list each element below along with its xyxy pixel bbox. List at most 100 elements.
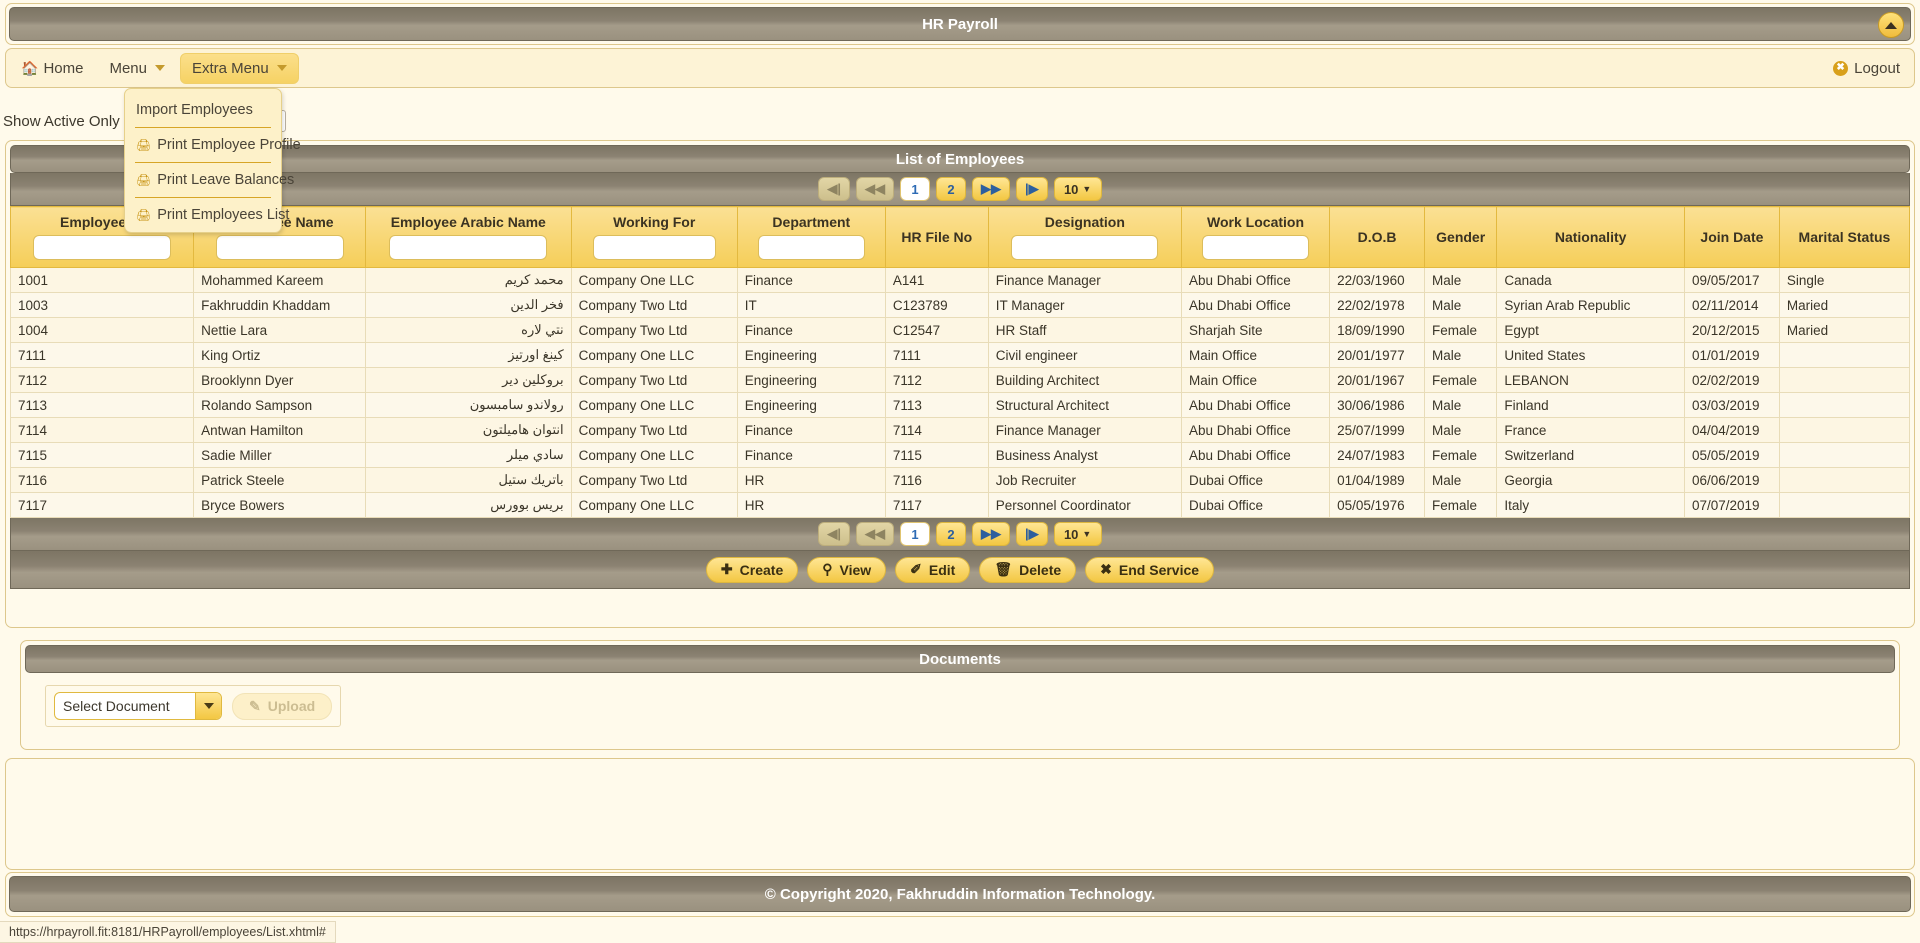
- column-header-label: Marital Status: [1798, 229, 1891, 245]
- delete-button[interactable]: 🗑 Delete: [979, 556, 1077, 583]
- pager-prev-button[interactable]: ◀◀: [856, 177, 894, 201]
- upload-button[interactable]: ✎ Upload: [232, 692, 333, 720]
- table-cell: 30/06/1986: [1329, 392, 1425, 418]
- chevron-up-icon[interactable]: [1878, 12, 1904, 38]
- pager-page-1[interactable]: 1: [900, 522, 930, 546]
- chevron-down-icon: [154, 65, 165, 71]
- column-header-hr-file-no[interactable]: HR File No: [884, 206, 989, 268]
- table-row[interactable]: 7114 Antwan Hamilton انتوان هاميلتون Compan…: [9, 417, 1911, 443]
- table-cell: Fakhruddin Khaddam: [193, 292, 366, 318]
- table-cell: 7117: [9, 492, 195, 518]
- table-cell: 05/05/2019: [1683, 442, 1780, 468]
- table-cell: Company One LLC: [570, 442, 738, 468]
- plus-icon: ✚: [720, 561, 733, 577]
- create-button[interactable]: ✚ Create: [705, 556, 799, 583]
- menu-item-extra-menu[interactable]: Extra Menu: [179, 52, 299, 84]
- pager-page-1[interactable]: 1: [900, 177, 930, 201]
- table-cell: Egypt: [1496, 317, 1685, 343]
- table-cell: Company Two Ltd: [570, 417, 738, 443]
- table-cell: انتوان هاميلتون: [364, 417, 572, 443]
- table-cell: 20/01/1977: [1329, 342, 1425, 368]
- table-cell: 25/07/1999: [1329, 417, 1425, 443]
- menu-item-extra-menu-label: Extra Menu: [191, 59, 269, 77]
- pager-next-button[interactable]: ▶▶: [972, 177, 1010, 201]
- dropdown-item-label: Print Leave Balances: [157, 172, 295, 188]
- column-header-employee-arabic-name[interactable]: Employee Arabic Name: [364, 206, 572, 268]
- menu-item-home-label: Home: [43, 59, 84, 77]
- column-filter-input[interactable]: [1202, 235, 1310, 260]
- pager-page-2[interactable]: 2: [936, 177, 966, 201]
- dropdown-item-print-employees-list[interactable]: 🖨 Print Employees List: [125, 198, 289, 232]
- column-filter-input[interactable]: [1011, 235, 1159, 260]
- table-cell: 7113: [884, 392, 989, 418]
- logout-button[interactable]: ✖ Logout: [1833, 60, 1900, 77]
- table-row[interactable]: 1001 Mohammed Kareem محمد كريم Company One …: [9, 267, 1911, 293]
- empty-content-panel: [5, 758, 1915, 870]
- pager-last-button[interactable]: |▶: [1016, 522, 1048, 546]
- edit-button[interactable]: ✐ Edit: [895, 556, 971, 583]
- column-header-d-o-b[interactable]: D.O.B: [1329, 206, 1425, 268]
- table-cell: [1778, 342, 1911, 368]
- table-row[interactable]: 7117 Bryce Bowers بريس بوورس Company One LL…: [9, 492, 1911, 518]
- menu-item-menu[interactable]: Menu: [98, 54, 176, 83]
- column-header-nationality[interactable]: Nationality: [1496, 206, 1685, 268]
- table-cell: 7113: [9, 392, 195, 418]
- dropdown-item-print-employee-profile[interactable]: 🖨 Print Employee Profile: [125, 128, 301, 162]
- column-header-join-date[interactable]: Join Date: [1683, 206, 1780, 268]
- column-header-working-for[interactable]: Working For: [570, 206, 738, 268]
- table-row[interactable]: 1004 Nettie Lara نتي لاره Company Two Ltd Fi…: [9, 317, 1911, 343]
- pager-page-2[interactable]: 2: [936, 522, 966, 546]
- table-cell: 07/07/2019: [1683, 492, 1780, 518]
- table-row[interactable]: 7113 Rolando Sampson رولاندو سامبسون Compan…: [9, 392, 1911, 418]
- pager-first-button[interactable]: ◀|: [818, 522, 850, 546]
- dropdown-item-import-employees[interactable]: Import Employees: [125, 93, 281, 127]
- table-cell: Business Analyst: [987, 442, 1183, 468]
- column-header-work-location[interactable]: Work Location: [1180, 206, 1331, 268]
- select-document-dropdown[interactable]: Select Document: [54, 692, 222, 720]
- table-cell: France: [1496, 417, 1685, 443]
- rows-per-page-select[interactable]: 10 ▼: [1053, 177, 1102, 201]
- column-filter-input[interactable]: [592, 235, 716, 260]
- menu-item-home[interactable]: 🏠 Home: [10, 54, 94, 83]
- table-cell: 7112: [884, 367, 989, 393]
- table-row[interactable]: 7116 Patrick Steele باتريك ستيل Company Two…: [9, 467, 1911, 493]
- pager-last-button[interactable]: |▶: [1016, 177, 1048, 201]
- chevron-down-icon: ▼: [1082, 529, 1092, 539]
- table-cell: 04/04/2019: [1683, 417, 1780, 443]
- employees-panel-title-label: List of Employees: [895, 151, 1025, 168]
- column-header-designation[interactable]: Designation: [987, 206, 1183, 268]
- table-row[interactable]: 7115 Sadie Miller سادي ميلر Company One LLC…: [9, 442, 1911, 468]
- pager-prev-button[interactable]: ◀◀: [856, 522, 894, 546]
- documents-panel-title-label: Documents: [919, 651, 1001, 668]
- table-cell: Company Two Ltd: [570, 292, 738, 318]
- column-filter-input[interactable]: [389, 235, 548, 260]
- table-cell: Company Two Ltd: [570, 367, 738, 393]
- table-cell: United States: [1496, 342, 1685, 368]
- table-cell: 24/07/1983: [1329, 442, 1425, 468]
- table-cell: 7114: [9, 417, 195, 443]
- column-filter-input[interactable]: [215, 235, 344, 260]
- column-header-gender[interactable]: Gender: [1423, 206, 1498, 268]
- end-service-button[interactable]: ✖ End Service: [1085, 556, 1215, 583]
- view-button[interactable]: ⚲ View: [807, 556, 887, 583]
- table-row[interactable]: 7111 King Ortiz كينغ اورتيز Company One LLC…: [9, 342, 1911, 368]
- table-cell: C123789: [884, 292, 989, 318]
- column-header-department[interactable]: Department: [736, 206, 886, 268]
- pager-next-button[interactable]: ▶▶: [972, 522, 1010, 546]
- pager-first-button[interactable]: ◀|: [818, 177, 850, 201]
- window-title-bar: HR Payroll: [9, 7, 1911, 41]
- table-cell: King Ortiz: [193, 342, 366, 368]
- table-row[interactable]: 7112 Brooklynn Dyer بروكلين دير Company Two…: [9, 367, 1911, 393]
- scrollbar-track[interactable]: [1915, 0, 1920, 943]
- column-filter-input[interactable]: [757, 235, 865, 260]
- rows-per-page-select[interactable]: 10 ▼: [1053, 522, 1102, 546]
- table-cell: Abu Dhabi Office: [1180, 267, 1331, 293]
- action-button-label: End Service: [1118, 561, 1200, 578]
- column-header-marital-status[interactable]: Marital Status: [1778, 206, 1911, 268]
- chevron-down-icon[interactable]: [195, 693, 221, 719]
- dropdown-item-print-leave-balances[interactable]: 🖨 Print Leave Balances: [125, 163, 294, 197]
- column-filter-input[interactable]: [33, 235, 172, 260]
- chevron-down-icon: ▼: [1082, 184, 1092, 194]
- table-cell: 18/09/1990: [1329, 317, 1425, 343]
- table-row[interactable]: 1003 Fakhruddin Khaddam فخر الدين Company T…: [9, 292, 1911, 318]
